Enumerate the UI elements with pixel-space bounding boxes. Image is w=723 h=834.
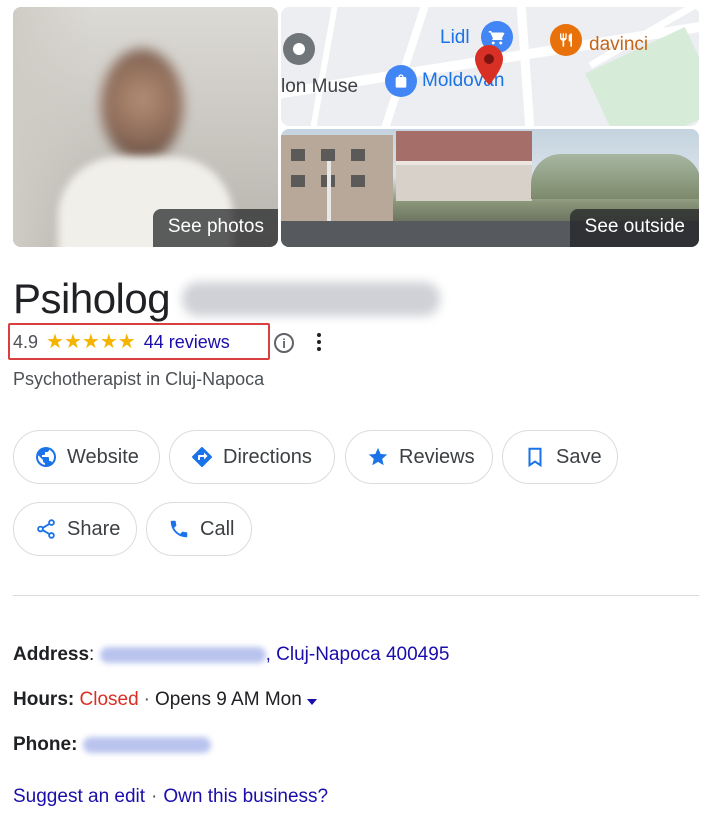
reviews-label: Reviews xyxy=(399,445,475,468)
hours-colon: : xyxy=(67,689,80,710)
address-city-link[interactable]: Cluj-Napoca 400495 xyxy=(276,644,449,666)
see-outside-button[interactable]: See outside xyxy=(569,209,699,247)
map-thumbnail[interactable]: lon Muse Lidl Moldovan davinci xyxy=(281,7,699,126)
own-business-link[interactable]: Own this business? xyxy=(163,786,328,808)
save-button[interactable]: Save xyxy=(502,430,618,484)
map-road xyxy=(516,7,535,126)
window xyxy=(321,149,335,161)
apartment-building xyxy=(281,135,393,225)
hours-status: Closed xyxy=(79,689,139,710)
redacted-business-name xyxy=(182,282,441,316)
hours-next-open[interactable]: Opens 9 AM Mon xyxy=(155,689,302,711)
address-row: Address: , Cluj-Napoca 400495 xyxy=(13,644,449,666)
map-label-lidl: Lidl xyxy=(440,27,470,48)
window xyxy=(351,149,365,161)
street-view-photo[interactable]: See outside xyxy=(281,129,699,247)
phone-row: Phone: xyxy=(13,734,211,756)
directions-label: Directions xyxy=(223,445,312,468)
window xyxy=(291,175,305,187)
star-rating-icon: ★★★★★ xyxy=(46,331,136,353)
share-label: Share xyxy=(67,517,121,540)
hours-row: Hours: Closed · Opens 9 AM Mon xyxy=(13,689,317,711)
share-button[interactable]: Share xyxy=(13,502,137,556)
address-label: Address xyxy=(13,644,90,665)
rating-value: 4.9 xyxy=(13,331,39,352)
footer-links: Suggest an edit · Own this business? xyxy=(13,786,328,808)
reviews-button[interactable]: Reviews xyxy=(345,430,493,484)
globe-icon xyxy=(34,445,58,469)
phone-icon xyxy=(167,517,191,541)
suggest-edit-link[interactable]: Suggest an edit xyxy=(13,786,145,808)
rating-row: 4.9 ★★★★★ 44 reviews xyxy=(13,330,230,354)
map-road xyxy=(308,7,340,126)
reviews-count-link[interactable]: 44 reviews xyxy=(144,332,230,353)
hours-dropdown-icon[interactable] xyxy=(306,698,317,705)
trees xyxy=(531,154,699,199)
redacted-phone-number[interactable] xyxy=(82,737,211,753)
business-title-row: Psiholog xyxy=(13,273,441,325)
grey-place-pin-icon xyxy=(283,33,315,65)
footer-separator: · xyxy=(151,786,158,807)
hours-separator: · xyxy=(143,689,150,710)
building-roof xyxy=(396,131,532,161)
call-label: Call xyxy=(200,517,235,540)
window xyxy=(291,149,305,161)
phone-label: Phone xyxy=(13,734,72,755)
blurred-face xyxy=(101,49,183,161)
office-building xyxy=(396,131,532,201)
redacted-street-address xyxy=(99,647,266,663)
more-options-icon[interactable] xyxy=(312,330,326,354)
hours-label: Hours xyxy=(13,689,68,710)
location-marker-icon xyxy=(475,45,503,85)
bookmark-icon xyxy=(523,445,547,469)
website-button[interactable]: Website xyxy=(13,430,160,484)
call-button[interactable]: Call xyxy=(146,502,252,556)
save-label: Save xyxy=(556,445,602,468)
info-icon[interactable]: i xyxy=(274,333,294,353)
directions-icon xyxy=(190,445,214,469)
section-divider xyxy=(13,595,699,596)
storefront xyxy=(396,165,532,201)
person-photo[interactable]: See photos xyxy=(13,7,278,247)
address-comma: , xyxy=(265,644,277,665)
address-colon: : xyxy=(89,644,100,665)
star-icon xyxy=(366,445,390,469)
website-label: Website xyxy=(67,445,139,468)
directions-button[interactable]: Directions xyxy=(169,430,335,484)
phone-colon: : xyxy=(71,734,83,755)
business-title: Psiholog xyxy=(13,275,171,322)
restaurant-pin-icon xyxy=(550,24,582,56)
shopping-bag-pin-icon xyxy=(385,65,417,97)
map-label-davinci: davinci xyxy=(589,34,649,55)
share-icon xyxy=(34,517,58,541)
see-photos-button[interactable]: See photos xyxy=(152,209,278,247)
map-label-lon-muse: lon Muse xyxy=(281,76,359,97)
window xyxy=(351,175,365,187)
business-category: Psychotherapist in Cluj-Napoca xyxy=(13,369,265,389)
